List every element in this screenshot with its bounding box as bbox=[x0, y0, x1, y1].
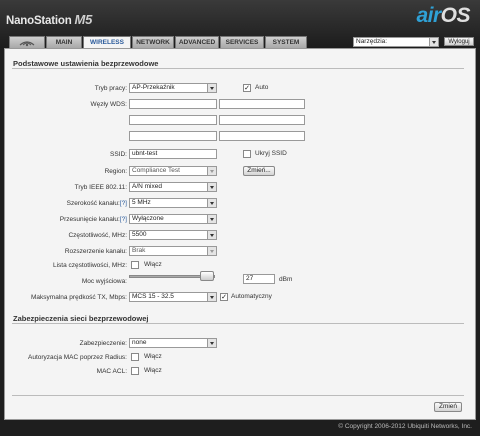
ieee-mode-select[interactable]: A/N mixed bbox=[129, 182, 217, 192]
ssid-input[interactable]: ubnt-test bbox=[129, 149, 217, 159]
chevron-down-icon bbox=[207, 215, 216, 223]
radius-mac-label: Autoryzacja MAC poprzez Radius: bbox=[28, 354, 127, 361]
chevron-down-icon bbox=[207, 183, 216, 191]
power-unit: dBm bbox=[279, 276, 293, 283]
security-label: Zabezpieczenie: bbox=[79, 340, 127, 347]
ssid-label: SSID: bbox=[110, 151, 127, 158]
mode-select[interactable]: AP-Przekaźnik bbox=[129, 83, 217, 93]
output-power-label: Moc wyjściowa: bbox=[81, 278, 127, 285]
output-power-slider-handle[interactable] bbox=[200, 271, 214, 281]
radius-mac-checkbox[interactable] bbox=[131, 353, 139, 361]
max-tx-rate-label: Maksymalna prędkość TX, Mbps: bbox=[31, 294, 127, 301]
chevron-down-icon bbox=[207, 247, 216, 255]
mac-acl-checkbox[interactable] bbox=[131, 367, 139, 375]
auto-checkbox[interactable]: ✓ bbox=[243, 84, 251, 92]
chevron-down-icon bbox=[207, 231, 216, 239]
wds-label: Węzły WDS: bbox=[90, 101, 127, 108]
max-tx-rate-select[interactable]: MCS 15 - 32.5 bbox=[129, 292, 217, 302]
main-tabs: MAIN WIRELESS NETWORK ADVANCED SERVICES … bbox=[9, 36, 308, 49]
security-section-title: Zabezpieczenia sieci bezprzewodowej bbox=[13, 314, 149, 323]
chevron-down-icon bbox=[207, 199, 216, 207]
chevron-down-icon bbox=[429, 38, 438, 46]
channel-shift-label: Przesunięcie kanału:[?] bbox=[59, 216, 127, 223]
tab-main[interactable]: MAIN bbox=[46, 36, 82, 48]
frequency-select[interactable]: 5500 bbox=[129, 230, 217, 240]
tools-select[interactable]: Narzędzia: bbox=[353, 37, 439, 47]
frequency-list-checkbox[interactable] bbox=[131, 261, 139, 269]
section-divider bbox=[12, 323, 464, 324]
product-name: NanoStation M5 bbox=[6, 12, 93, 27]
mac-acl-enable-label: Włącz bbox=[144, 367, 162, 374]
region-select[interactable]: Compliance Test bbox=[129, 166, 217, 176]
chevron-down-icon bbox=[207, 339, 216, 347]
rate-auto-label: Automatyczny bbox=[231, 293, 272, 300]
region-label: Region: bbox=[104, 168, 127, 175]
wds-field-6[interactable] bbox=[219, 131, 305, 141]
channel-width-label: Szerokość kanału:[?] bbox=[66, 200, 127, 207]
change-region-button[interactable]: Zmień... bbox=[243, 166, 275, 176]
basic-section-title: Podstawowe ustawienia bezprzewodowe bbox=[13, 59, 159, 68]
tab-network[interactable]: NETWORK bbox=[132, 36, 174, 48]
tab-system[interactable]: SYSTEM bbox=[265, 36, 307, 48]
radius-mac-enable-label: Włącz bbox=[144, 353, 162, 360]
rate-auto-checkbox[interactable]: ✓ bbox=[220, 293, 228, 301]
apply-button[interactable]: Zmień bbox=[434, 402, 462, 412]
hide-ssid-label: Ukryj SSID bbox=[255, 150, 287, 157]
tab-advanced[interactable]: ADVANCED bbox=[175, 36, 219, 48]
extension-label: Rozszerzenie kanału: bbox=[64, 248, 127, 255]
wds-field-2[interactable] bbox=[219, 99, 305, 109]
hide-ssid-checkbox[interactable] bbox=[243, 150, 251, 158]
copyright-text: © Copyright 2006-2012 Ubiquiti Networks,… bbox=[338, 423, 472, 430]
tab-ubiquiti-logo[interactable] bbox=[9, 36, 45, 48]
output-power-input[interactable]: 27 bbox=[243, 274, 275, 284]
wds-field-1[interactable] bbox=[129, 99, 217, 109]
wds-field-4[interactable] bbox=[219, 115, 305, 125]
mac-acl-label: MAC ACL: bbox=[96, 368, 127, 375]
chevron-down-icon bbox=[207, 167, 216, 175]
help-link[interactable]: [?] bbox=[120, 216, 127, 223]
footer: © Copyright 2006-2012 Ubiquiti Networks,… bbox=[0, 420, 480, 436]
section-divider bbox=[12, 68, 464, 69]
chevron-down-icon bbox=[207, 293, 216, 301]
ieee-mode-label: Tryb IEEE 802.11: bbox=[74, 184, 127, 191]
channel-shift-select[interactable]: Wyłączone bbox=[129, 214, 217, 224]
chevron-down-icon bbox=[207, 84, 216, 92]
channel-width-select[interactable]: 5 MHz bbox=[129, 198, 217, 208]
frequency-list-enable-label: Włącz bbox=[144, 261, 162, 268]
wds-field-5[interactable] bbox=[129, 131, 217, 141]
frequency-list-label: Lista częstotliwości, MHz: bbox=[52, 262, 127, 269]
header-bar: NanoStation M5 airOS MAIN WIRELESS NETWOR… bbox=[0, 0, 480, 49]
section-divider bbox=[12, 395, 464, 396]
ubiquiti-logo-icon bbox=[19, 41, 35, 47]
wds-field-3[interactable] bbox=[129, 115, 217, 125]
airos-logo: airOS bbox=[416, 4, 470, 27]
extension-select[interactable]: Brak bbox=[129, 246, 217, 256]
help-link[interactable]: [?] bbox=[120, 200, 127, 207]
security-select[interactable]: none bbox=[129, 338, 217, 348]
mode-label: Tryb pracy: bbox=[94, 85, 127, 92]
logout-button[interactable]: Wyloguj bbox=[444, 37, 474, 46]
tab-services[interactable]: SERVICES bbox=[220, 36, 264, 48]
auto-label: Auto bbox=[255, 84, 269, 91]
frequency-label: Częstotliwość, MHz: bbox=[68, 232, 127, 239]
